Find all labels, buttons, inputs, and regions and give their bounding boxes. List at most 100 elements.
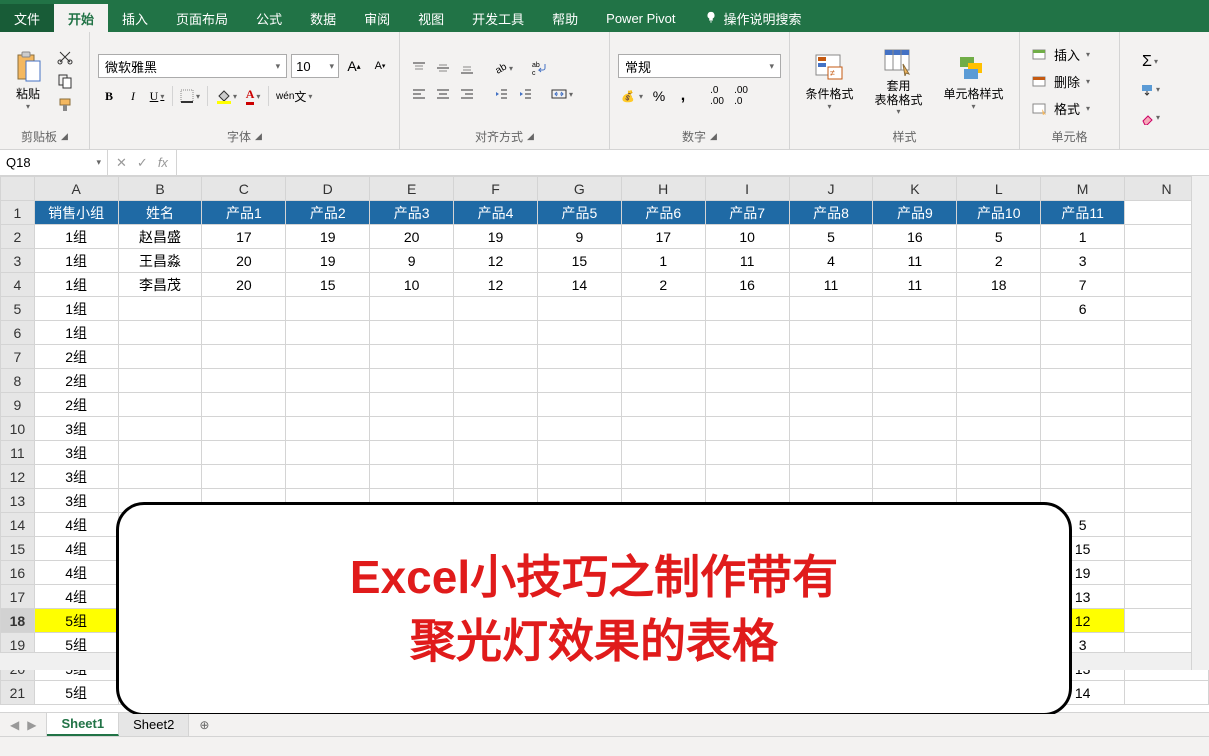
tab-view[interactable]: 视图 [404, 4, 458, 32]
cell[interactable] [1041, 441, 1125, 465]
tab-formulas[interactable]: 公式 [242, 4, 296, 32]
cell[interactable] [1125, 681, 1209, 705]
cell[interactable]: 1 [621, 249, 705, 273]
cell[interactable] [454, 441, 538, 465]
font-size-select[interactable]: 10▾ [291, 54, 339, 78]
align-dialog-launcher[interactable]: ◢ [527, 131, 534, 142]
cell[interactable] [537, 417, 621, 441]
row-header[interactable]: 18 [1, 609, 35, 633]
merge-button[interactable] [548, 82, 576, 106]
tab-home[interactable]: 开始 [54, 4, 108, 32]
cell[interactable] [118, 369, 202, 393]
tab-file[interactable]: 文件 [0, 4, 54, 32]
col-header[interactable]: J [789, 177, 873, 201]
col-header[interactable]: K [873, 177, 957, 201]
cell[interactable]: 17 [202, 225, 286, 249]
cell[interactable] [537, 393, 621, 417]
decrease-indent-button[interactable] [490, 82, 512, 106]
cell[interactable] [454, 297, 538, 321]
cell[interactable]: 1组 [34, 249, 118, 273]
align-top-button[interactable] [408, 56, 430, 80]
cell[interactable]: 18 [957, 273, 1041, 297]
delete-cells-button[interactable]: 删除 ▾ [1028, 70, 1111, 93]
cell[interactable] [286, 417, 370, 441]
increase-decimal-button[interactable]: .0.00 [706, 84, 728, 108]
cell[interactable]: 3组 [34, 465, 118, 489]
cell[interactable]: 1组 [34, 225, 118, 249]
cell[interactable] [286, 321, 370, 345]
decrease-decimal-button[interactable]: .00.0 [730, 84, 752, 108]
cell[interactable] [705, 441, 789, 465]
cell[interactable] [286, 345, 370, 369]
table-header-cell[interactable]: 产品2 [286, 201, 370, 225]
cell[interactable] [454, 465, 538, 489]
cell[interactable] [454, 417, 538, 441]
cell[interactable] [118, 441, 202, 465]
cell[interactable] [957, 369, 1041, 393]
cell[interactable] [1041, 345, 1125, 369]
sheet-nav-prev[interactable]: ◀ [10, 718, 19, 732]
cell[interactable] [370, 417, 454, 441]
cell[interactable] [202, 417, 286, 441]
tab-insert[interactable]: 插入 [108, 4, 162, 32]
cell[interactable]: 11 [789, 273, 873, 297]
format-painter-button[interactable] [54, 94, 76, 116]
col-header[interactable]: A [34, 177, 118, 201]
cell[interactable] [873, 369, 957, 393]
align-left-button[interactable] [408, 82, 430, 106]
cancel-formula-button[interactable]: ✕ [116, 155, 127, 171]
col-header[interactable]: F [454, 177, 538, 201]
sheet-tab-2[interactable]: Sheet2 [119, 713, 189, 736]
cell[interactable] [705, 393, 789, 417]
cell[interactable]: 19 [286, 225, 370, 249]
cell[interactable] [118, 297, 202, 321]
borders-button[interactable] [177, 84, 203, 108]
cell[interactable] [1041, 465, 1125, 489]
cell[interactable] [957, 417, 1041, 441]
orientation-button[interactable]: ab [490, 56, 516, 80]
decrease-font-button[interactable]: A▾ [369, 54, 391, 78]
row-header[interactable]: 7 [1, 345, 35, 369]
tab-developer[interactable]: 开发工具 [458, 4, 538, 32]
cell[interactable] [454, 321, 538, 345]
table-header-cell[interactable]: 产品3 [370, 201, 454, 225]
tab-powerpivot[interactable]: Power Pivot [592, 4, 689, 32]
table-header-cell[interactable]: 产品6 [621, 201, 705, 225]
comma-button[interactable]: , [672, 84, 694, 108]
row-header[interactable]: 9 [1, 393, 35, 417]
cell[interactable] [873, 441, 957, 465]
cell[interactable] [705, 297, 789, 321]
clear-button[interactable] [1128, 106, 1172, 130]
cell[interactable]: 6 [1041, 297, 1125, 321]
row-header[interactable]: 2 [1, 225, 35, 249]
cell[interactable] [621, 393, 705, 417]
cell[interactable] [118, 417, 202, 441]
col-header[interactable]: D [286, 177, 370, 201]
cell[interactable] [705, 321, 789, 345]
cell[interactable]: 3 [1041, 249, 1125, 273]
cell[interactable] [202, 321, 286, 345]
cell[interactable]: 2组 [34, 345, 118, 369]
cell[interactable] [789, 297, 873, 321]
cell[interactable] [370, 369, 454, 393]
cell[interactable] [621, 345, 705, 369]
cell[interactable]: 3组 [34, 417, 118, 441]
cell[interactable]: 20 [202, 249, 286, 273]
enter-formula-button[interactable]: ✓ [137, 155, 148, 171]
table-header-cell[interactable]: 产品8 [789, 201, 873, 225]
row-header[interactable]: 17 [1, 585, 35, 609]
cell[interactable] [705, 369, 789, 393]
table-header-cell[interactable]: 产品11 [1041, 201, 1125, 225]
table-format-button[interactable]: 套用 表格格式▾ [870, 44, 926, 117]
cell[interactable]: 2 [621, 273, 705, 297]
row-header[interactable]: 21 [1, 681, 35, 705]
cell[interactable]: 5组 [34, 681, 118, 705]
cell[interactable] [286, 441, 370, 465]
font-name-select[interactable]: 微软雅黑▾ [98, 54, 287, 78]
cell[interactable] [705, 417, 789, 441]
cell[interactable]: 19 [454, 225, 538, 249]
italic-button[interactable]: I [122, 84, 144, 108]
table-header-cell[interactable]: 产品1 [202, 201, 286, 225]
increase-indent-button[interactable] [514, 82, 536, 106]
cell[interactable] [873, 465, 957, 489]
